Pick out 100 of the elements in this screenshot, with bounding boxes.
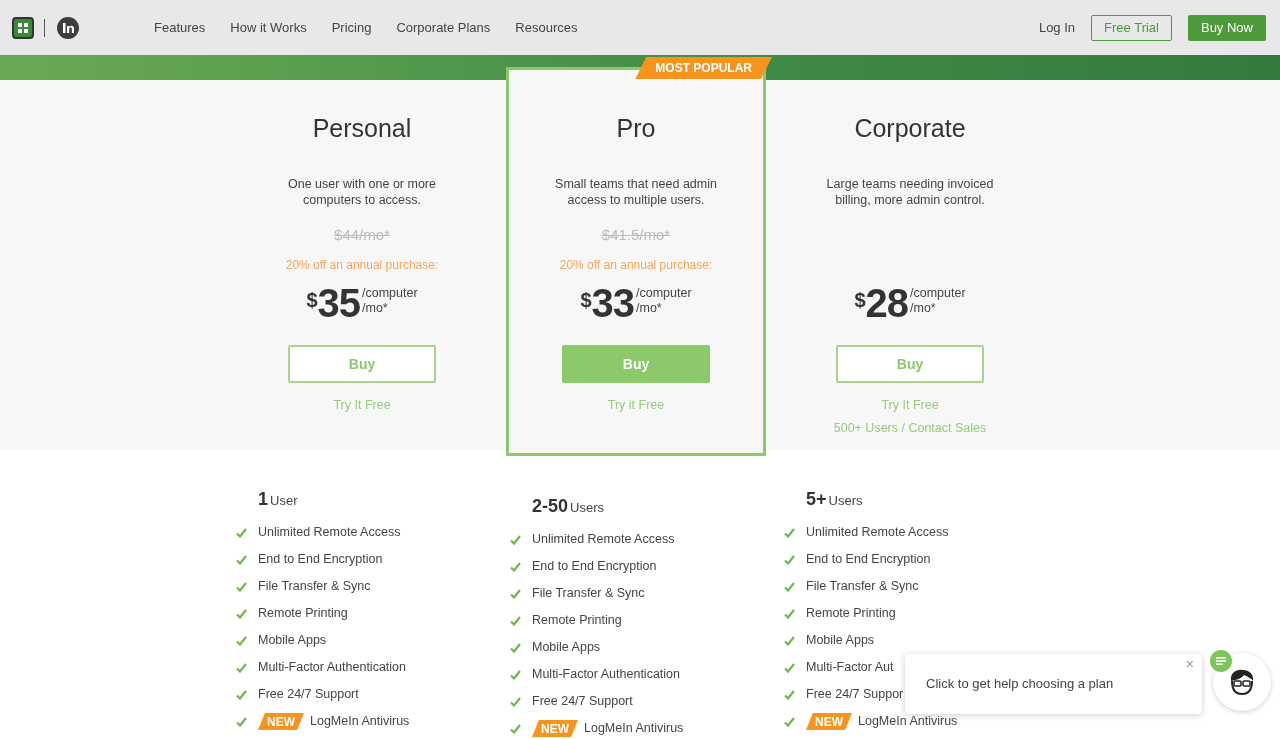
currency-sign: $ — [854, 288, 866, 311]
feature-text: Mobile Apps — [532, 639, 601, 657]
plan-description: Small teams that need admin access to multiple users. — [554, 176, 718, 208]
discount-note: 20% off an annual purchase: — [559, 258, 713, 273]
feature-text: LogMeIn Antivirus — [858, 713, 958, 731]
buy-button[interactable]: Buy — [288, 345, 436, 383]
feature-text: Remote Printing — [258, 605, 348, 623]
feature-text: Multi-Factor Authentication — [258, 659, 406, 677]
logo-icon[interactable] — [12, 16, 34, 39]
price-unit: /computer — [910, 286, 966, 301]
users-label: Users — [570, 499, 604, 517]
plan-link[interactable]: 500+ Users / Contact Sales — [833, 421, 987, 436]
check-icon — [236, 662, 247, 673]
feature-text: End to End Encryption — [532, 558, 657, 576]
check-icon — [784, 527, 795, 538]
plan-link[interactable]: Try it Free — [607, 398, 665, 413]
price-period: /mo* — [636, 301, 663, 316]
feature-text: Remote Printing — [806, 605, 896, 623]
nav-link[interactable]: Corporate Plans — [396, 17, 491, 38]
check-icon — [236, 554, 247, 565]
feature-text: File Transfer & Sync — [806, 578, 919, 596]
nav-link[interactable]: Features — [154, 17, 206, 38]
close-button[interactable]: × — [1183, 655, 1196, 673]
old-price: $41.5/mo* — [601, 226, 671, 244]
check-icon — [510, 615, 521, 626]
nav-link[interactable]: Pricing — [331, 17, 372, 38]
feature-text: End to End Encryption — [258, 551, 383, 569]
feature-text: Unlimited Remote Access — [258, 524, 401, 542]
plan-name: Pro — [616, 113, 656, 143]
feature-text: Remote Printing — [532, 612, 622, 630]
check-icon — [784, 689, 795, 700]
feature-text: File Transfer & Sync — [258, 578, 371, 596]
check-icon — [510, 669, 521, 680]
plan-description: Large teams needing invoiced billing, more admin control. — [825, 176, 995, 208]
login-link[interactable]: Log In — [1038, 17, 1076, 38]
nav-link[interactable]: How it Works — [230, 17, 307, 38]
feature-text: Free 24/7 Suppor — [806, 686, 904, 704]
feature-text: LogMeIn Antivirus — [584, 720, 684, 738]
check-icon — [236, 635, 247, 646]
feature-text: Unlimited Remote Access — [532, 531, 675, 549]
users-count: 5+ — [806, 488, 827, 511]
check-icon — [510, 588, 521, 599]
feature-text: Unlimited Remote Access — [806, 524, 949, 542]
feature-text: End to End Encryption — [806, 551, 931, 569]
plan-link[interactable]: Try It Free — [881, 398, 939, 413]
feature-text: Multi-Factor Aut — [806, 659, 894, 677]
feature-text: Free 24/7 Support — [532, 693, 633, 711]
check-icon — [784, 554, 795, 565]
feature-text: Mobile Apps — [258, 632, 327, 650]
price-period: /mo* — [910, 301, 937, 316]
users-count: 1 — [258, 488, 268, 511]
feature-text: Free 24/7 Support — [258, 686, 359, 704]
plan-name: Personal — [312, 113, 412, 143]
price-unit: /computer — [636, 286, 692, 301]
plan-link[interactable]: Try It Free — [333, 398, 391, 413]
new-badge: NEW — [806, 713, 852, 730]
check-icon — [510, 642, 521, 653]
old-price: $44/mo* — [334, 226, 390, 244]
feature-text: Mobile Apps — [806, 632, 875, 650]
price-amount: 33 — [591, 283, 634, 323]
feature-text: Multi-Factor Authentication — [532, 666, 680, 684]
brand-circle-icon[interactable] — [57, 16, 79, 39]
check-icon — [784, 581, 795, 592]
check-icon — [510, 534, 521, 545]
check-icon — [510, 696, 521, 707]
buy-button[interactable]: Buy — [836, 345, 984, 383]
nav-link[interactable]: Resources — [515, 17, 578, 38]
chat-popup[interactable]: Click to get help choosing a plan × — [905, 654, 1202, 714]
discount-note: 20% off an annual purchase: — [285, 258, 439, 273]
buy-now-button[interactable]: Buy Now — [1187, 14, 1266, 41]
free-trial-button[interactable]: Free Trial — [1091, 14, 1172, 41]
currency-sign: $ — [580, 288, 592, 311]
buy-button[interactable]: Buy — [562, 345, 710, 383]
check-icon — [236, 689, 247, 700]
most-popular-badge: MOST POPULAR — [635, 57, 772, 79]
check-icon — [236, 608, 247, 619]
check-icon — [784, 608, 795, 619]
check-icon — [236, 716, 247, 727]
new-badge: NEW — [532, 720, 578, 737]
users-count: 2-50 — [532, 495, 569, 518]
new-badge: NEW — [258, 713, 304, 730]
check-icon — [510, 723, 521, 734]
users-label: User — [270, 492, 298, 510]
chat-message: Click to get help choosing a plan — [926, 675, 1114, 694]
price-period: /mo* — [362, 301, 389, 316]
check-icon — [784, 716, 795, 727]
price-amount: 28 — [865, 283, 908, 323]
feature-text: LogMeIn Antivirus — [310, 713, 410, 731]
check-icon — [784, 635, 795, 646]
check-icon — [236, 581, 247, 592]
avatar-icon[interactable] — [1213, 653, 1271, 711]
check-icon — [510, 561, 521, 572]
check-icon — [784, 662, 795, 673]
feature-text: File Transfer & Sync — [532, 585, 645, 603]
users-label: Users — [828, 492, 863, 510]
check-icon — [236, 527, 247, 538]
price-amount: 35 — [317, 283, 360, 323]
currency-sign: $ — [306, 288, 318, 311]
plan-description: One user with one or more computers to access. — [287, 176, 437, 208]
price-unit: /computer — [362, 286, 418, 301]
